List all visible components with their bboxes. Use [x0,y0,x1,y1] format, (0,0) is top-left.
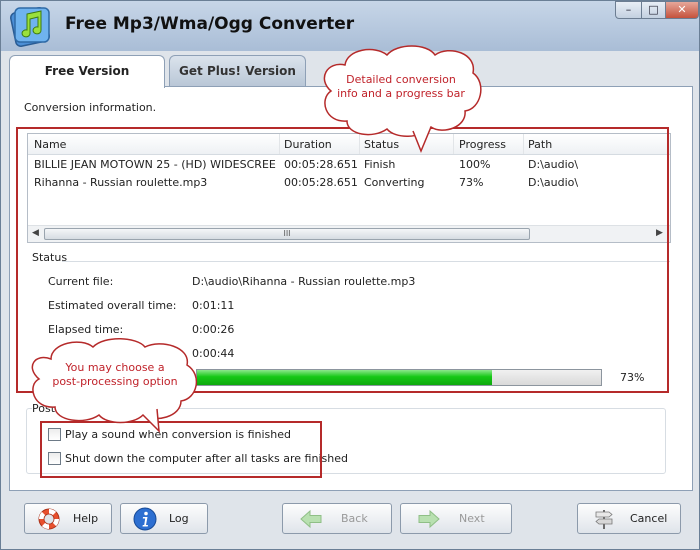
back-button-label: Back [341,512,368,525]
tab-free-version[interactable]: Free Version [9,55,165,88]
lifebuoy-icon [38,508,60,529]
close-button[interactable]: ✕ [665,1,699,19]
conversion-info-label: Conversion information. [24,101,157,114]
back-button[interactable]: Back [282,503,392,534]
help-button[interactable]: Help [24,503,112,534]
next-button[interactable]: Next [400,503,512,534]
callout-conversion-info: Detailed conversion info and a progress … [317,43,485,153]
callout-top-line1: Detailed conversion [346,73,456,86]
cancel-button[interactable]: Cancel [577,503,681,534]
window-title: Free Mp3/Wma/Ogg Converter [65,14,355,34]
app-window: Free Mp3/Wma/Ogg Converter – □ ✕ Free Ve… [0,0,700,550]
arrow-right-icon [418,509,440,528]
callout-bottom-line2: post-processing option [52,375,178,388]
info-icon [133,507,157,530]
callout-post-processing: You may choose a post-processing option [25,337,205,433]
next-button-label: Next [459,512,485,525]
arrow-left-icon [300,509,322,528]
tab-get-plus-version[interactable]: Get Plus! Version [169,55,306,87]
music-note-app-icon [10,7,50,47]
log-button-label: Log [169,512,189,525]
signpost-icon [595,509,613,529]
maximize-button[interactable]: □ [641,1,666,19]
callout-top-line2: info and a progress bar [337,87,465,100]
callout-bottom-line1: You may choose a [65,361,165,374]
help-button-label: Help [73,512,99,525]
cancel-button-label: Cancel [630,512,668,525]
log-button[interactable]: Log [120,503,208,534]
minimize-button[interactable]: – [615,1,642,19]
